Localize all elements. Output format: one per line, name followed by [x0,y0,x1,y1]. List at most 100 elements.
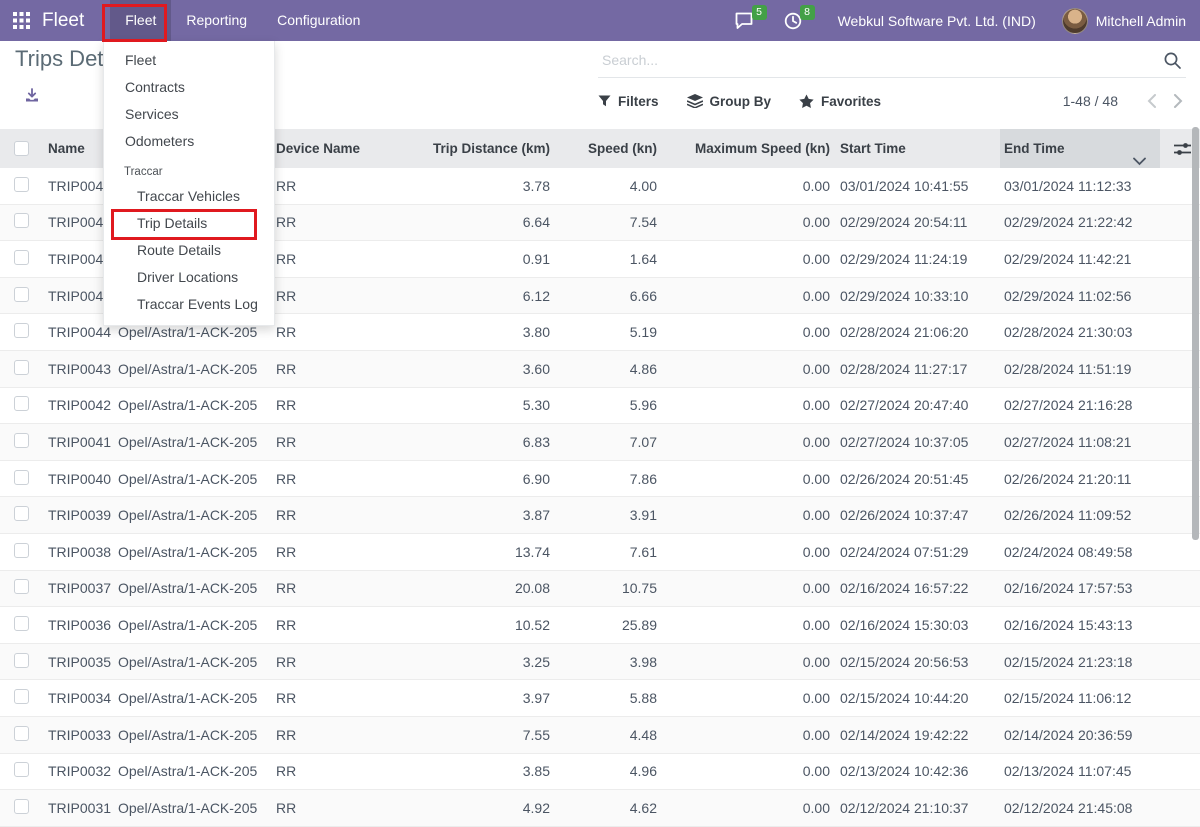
row-checkbox[interactable] [14,653,29,668]
favorites-button[interactable]: Favorites [799,94,881,109]
cell-vehicle[interactable]: Opel/Astra/1-ACK-205 [114,654,272,670]
cell-start-time[interactable]: 02/12/2024 21:10:37 [836,800,1000,816]
cell-trip-distance[interactable]: 3.97 [400,690,556,706]
cell-device-name[interactable]: RR [272,251,400,267]
cell-trip-distance[interactable]: 6.12 [400,288,556,304]
cell-start-time[interactable]: 03/01/2024 10:41:55 [836,178,1000,194]
cell-trip-distance[interactable]: 4.92 [400,800,556,816]
row-checkbox[interactable] [14,616,29,631]
app-brand[interactable]: Fleet [42,10,84,32]
cell-vehicle[interactable]: Opel/Astra/1-ACK-205 [114,800,272,816]
column-header-trip-distance[interactable]: Trip Distance (km) [400,129,556,168]
cell-start-time[interactable]: 02/15/2024 10:44:20 [836,690,1000,706]
table-row[interactable]: TRIP0042 Opel/Astra/1-ACK-205 RR 5.30 5.… [0,388,1200,425]
cell-vehicle[interactable]: Opel/Astra/1-ACK-205 [114,507,272,523]
cell-device-name[interactable]: RR [272,214,400,230]
row-checkbox[interactable] [14,470,29,485]
table-row[interactable]: TRIP0032 Opel/Astra/1-ACK-205 RR 3.85 4.… [0,754,1200,791]
cell-trip-distance[interactable]: 3.85 [400,763,556,779]
cell-vehicle[interactable]: Opel/Astra/1-ACK-205 [114,690,272,706]
cell-speed[interactable]: 5.88 [556,690,663,706]
export-button[interactable] [24,88,40,109]
cell-trip-distance[interactable]: 6.83 [400,434,556,450]
cell-maximum-speed[interactable]: 0.00 [663,727,836,743]
cell-name[interactable]: TRIP0036 [44,617,114,633]
dropdown-item-services[interactable]: Services [104,101,274,128]
table-row[interactable]: TRIP0041 Opel/Astra/1-ACK-205 RR 6.83 7.… [0,424,1200,461]
cell-speed[interactable]: 4.86 [556,361,663,377]
cell-speed[interactable]: 7.07 [556,434,663,450]
cell-vehicle[interactable]: Opel/Astra/1-ACK-205 [114,727,272,743]
messages-button[interactable]: 5 [732,0,758,41]
cell-device-name[interactable]: RR [272,507,400,523]
cell-name[interactable]: TRIP0034 [44,690,114,706]
cell-start-time[interactable]: 02/24/2024 07:51:29 [836,544,1000,560]
cell-maximum-speed[interactable]: 0.00 [663,654,836,670]
cell-maximum-speed[interactable]: 0.00 [663,434,836,450]
cell-device-name[interactable]: RR [272,397,400,413]
cell-trip-distance[interactable]: 6.64 [400,214,556,230]
cell-device-name[interactable]: RR [272,544,400,560]
vertical-scrollbar-thumb[interactable] [1192,127,1199,540]
cell-name[interactable]: TRIP0040 [44,471,114,487]
cell-vehicle[interactable]: Opel/Astra/1-ACK-205 [114,763,272,779]
dropdown-item-trip-details[interactable]: Trip Details [104,210,274,237]
row-checkbox[interactable] [14,323,29,338]
cell-vehicle[interactable]: Opel/Astra/1-ACK-205 [114,434,272,450]
cell-end-time[interactable]: 02/26/2024 11:09:52 [1000,507,1160,523]
dropdown-item-route-details[interactable]: Route Details [104,237,274,264]
row-checkbox[interactable] [14,433,29,448]
cell-vehicle[interactable]: Opel/Astra/1-ACK-205 [114,617,272,633]
cell-start-time[interactable]: 02/29/2024 20:54:11 [836,214,1000,230]
select-all-checkbox[interactable] [14,141,29,156]
pager-count[interactable]: 1-48 / 48 [1063,93,1118,109]
cell-trip-distance[interactable]: 20.08 [400,580,556,596]
cell-end-time[interactable]: 02/13/2024 11:07:45 [1000,763,1160,779]
cell-end-time[interactable]: 02/12/2024 21:45:08 [1000,800,1160,816]
cell-device-name[interactable]: RR [272,800,400,816]
cell-name[interactable]: TRIP0041 [44,434,114,450]
cell-speed[interactable]: 4.62 [556,800,663,816]
table-row[interactable]: TRIP0040 Opel/Astra/1-ACK-205 RR 6.90 7.… [0,461,1200,498]
cell-device-name[interactable]: RR [272,727,400,743]
cell-device-name[interactable]: RR [272,324,400,340]
cell-end-time[interactable]: 02/28/2024 21:30:03 [1000,324,1160,340]
cell-maximum-speed[interactable]: 0.00 [663,471,836,487]
column-header-start-time[interactable]: Start Time [836,129,1000,168]
cell-maximum-speed[interactable]: 0.00 [663,617,836,633]
row-checkbox[interactable] [14,726,29,741]
cell-device-name[interactable]: RR [272,763,400,779]
column-header-end-time[interactable]: End Time [1000,129,1160,168]
cell-name[interactable]: TRIP0044 [44,324,114,340]
cell-trip-distance[interactable]: 10.52 [400,617,556,633]
column-header-device-name[interactable]: Device Name [272,129,400,168]
cell-end-time[interactable]: 02/16/2024 15:43:13 [1000,617,1160,633]
cell-name[interactable]: TRIP0042 [44,397,114,413]
cell-device-name[interactable]: RR [272,580,400,596]
cell-device-name[interactable]: RR [272,178,400,194]
cell-maximum-speed[interactable]: 0.00 [663,178,836,194]
user-avatar[interactable] [1062,8,1088,34]
cell-start-time[interactable]: 02/16/2024 15:30:03 [836,617,1000,633]
cell-trip-distance[interactable]: 3.25 [400,654,556,670]
column-header-speed[interactable]: Speed (kn) [556,129,663,168]
cell-vehicle[interactable]: Opel/Astra/1-ACK-205 [114,471,272,487]
cell-start-time[interactable]: 02/26/2024 10:37:47 [836,507,1000,523]
cell-device-name[interactable]: RR [272,690,400,706]
cell-trip-distance[interactable]: 3.78 [400,178,556,194]
cell-start-time[interactable]: 02/26/2024 20:51:45 [836,471,1000,487]
dropdown-item-traccar-vehicles[interactable]: Traccar Vehicles [104,183,274,210]
cell-name[interactable]: TRIP0043 [44,361,114,377]
cell-speed[interactable]: 25.89 [556,617,663,633]
cell-end-time[interactable]: 02/29/2024 11:02:56 [1000,288,1160,304]
cell-start-time[interactable]: 02/14/2024 19:42:22 [836,727,1000,743]
cell-maximum-speed[interactable]: 0.00 [663,800,836,816]
cell-maximum-speed[interactable]: 0.00 [663,288,836,304]
cell-start-time[interactable]: 02/28/2024 21:06:20 [836,324,1000,340]
cell-maximum-speed[interactable]: 0.00 [663,361,836,377]
cell-name[interactable]: TRIP0035 [44,654,114,670]
cell-speed[interactable]: 5.96 [556,397,663,413]
cell-start-time[interactable]: 02/29/2024 11:24:19 [836,251,1000,267]
table-row[interactable]: TRIP0035 Opel/Astra/1-ACK-205 RR 3.25 3.… [0,644,1200,681]
cell-speed[interactable]: 7.54 [556,214,663,230]
